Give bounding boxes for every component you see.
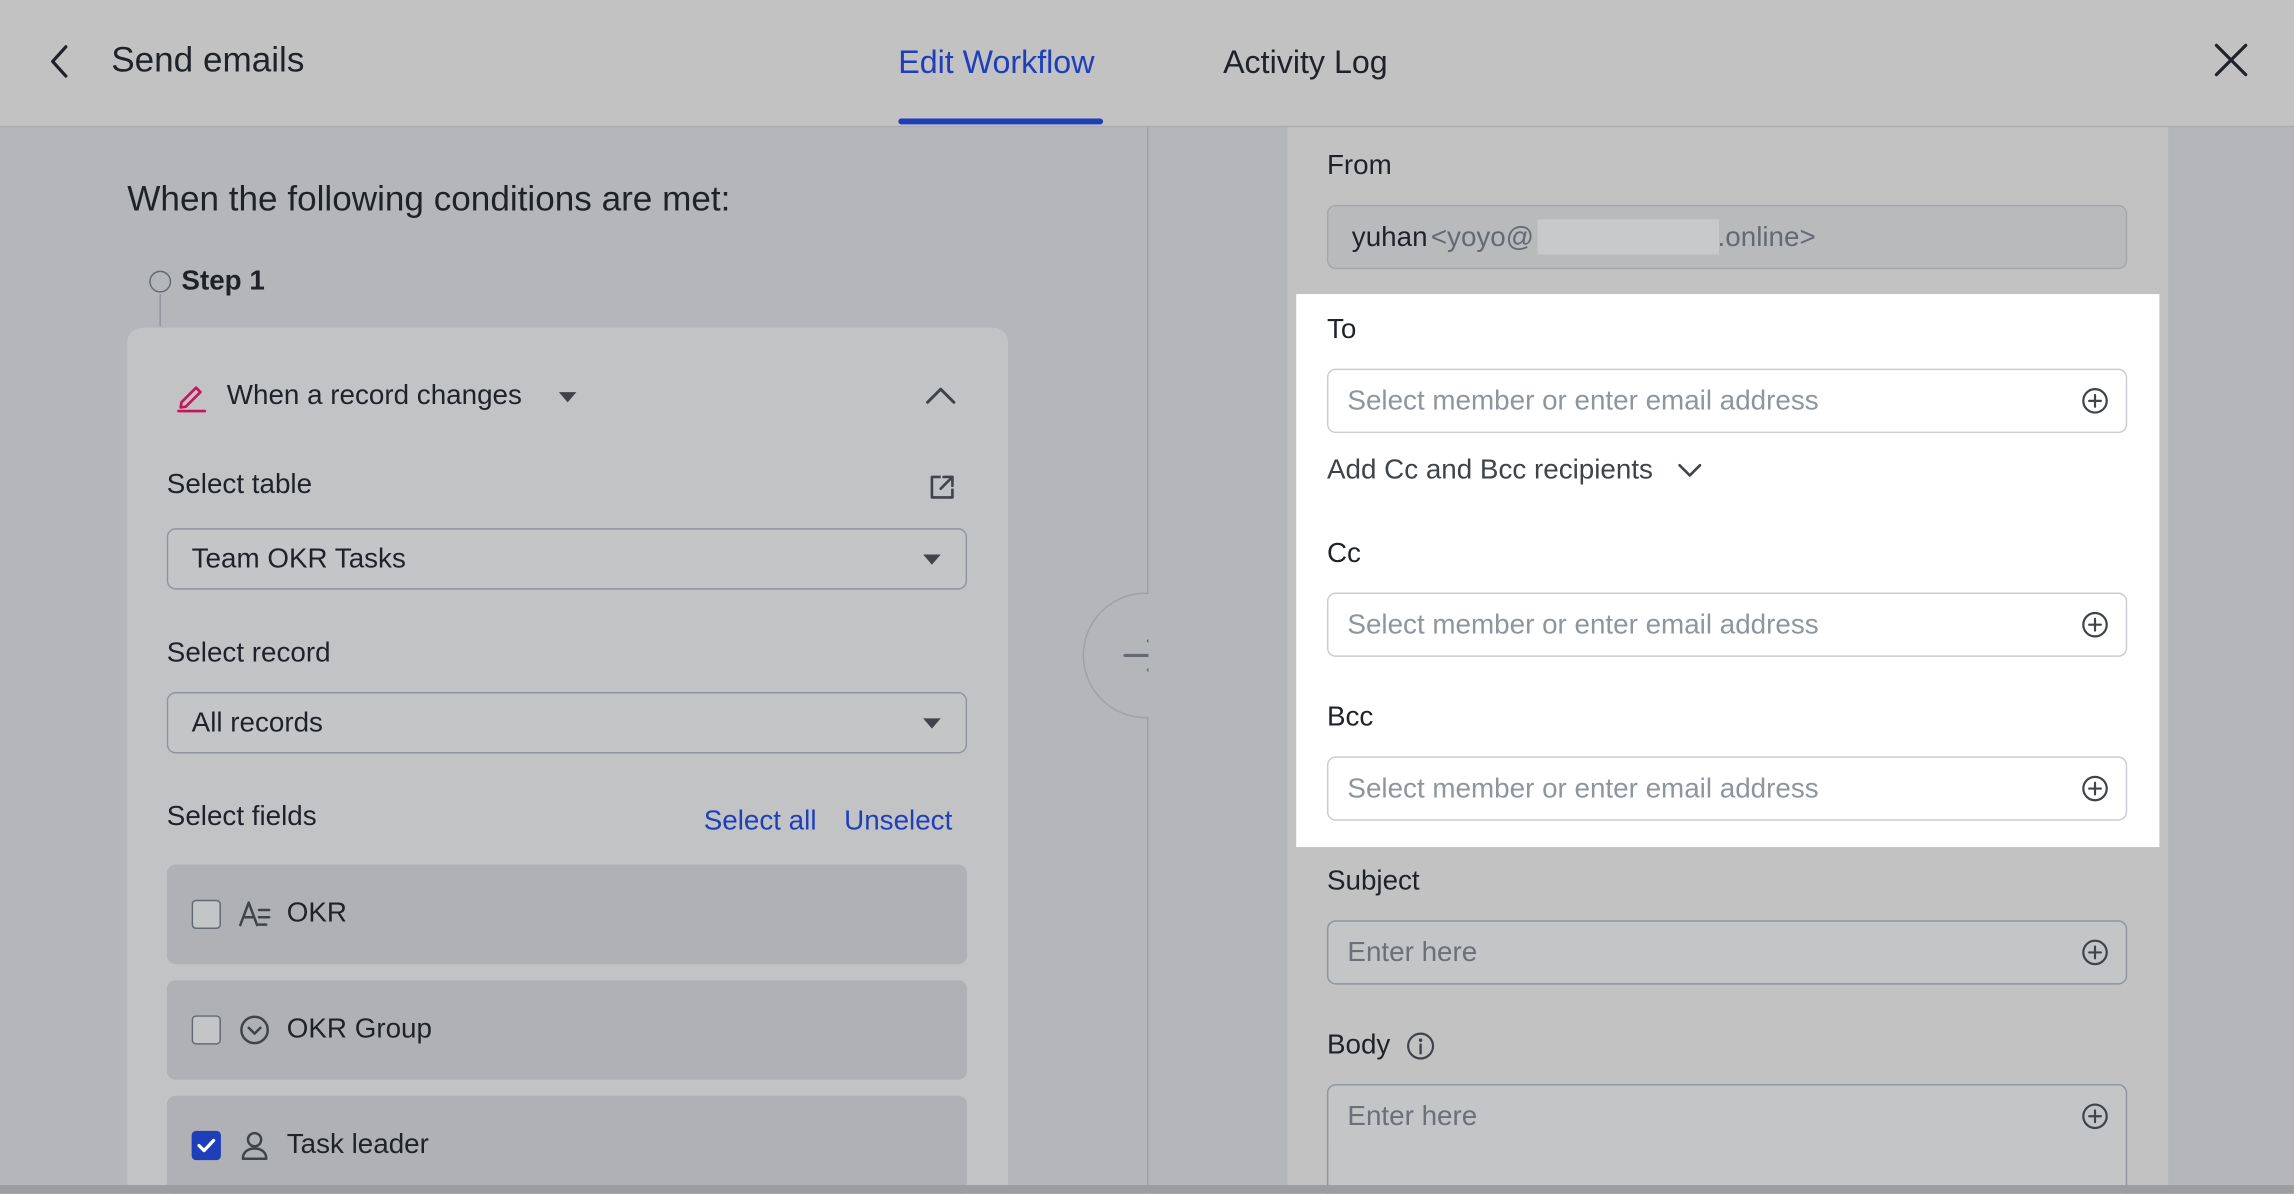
trigger-type-label[interactable]: When a record changes	[227, 380, 522, 412]
tab-edit-workflow[interactable]: Edit Workflow	[898, 44, 1094, 82]
redacted-area	[1537, 219, 1720, 255]
sender-email-end: .online>	[1717, 222, 1816, 254]
chevron-up-icon[interactable]	[925, 385, 957, 405]
field-checkbox[interactable]	[191, 899, 221, 930]
field-name: Task leader	[286, 1129, 429, 1161]
person-icon	[241, 1131, 268, 1160]
page-title: Send emails	[111, 40, 305, 81]
select-table-label: Select table	[166, 469, 313, 501]
record-select[interactable]: All records	[166, 691, 968, 754]
body-placeholder: Enter here	[1347, 1101, 1478, 1133]
bcc-input[interactable]: Select member or enter email address	[1326, 756, 2128, 821]
table-select[interactable]: Team OKR Tasks	[166, 528, 968, 590]
chevron-down-icon	[923, 718, 941, 729]
add-cc-bcc-link[interactable]: Add Cc and Bcc recipients	[1327, 455, 1653, 487]
select-record-label: Select record	[166, 637, 331, 669]
select-all-link[interactable]: Select all	[704, 806, 817, 838]
bcc-placeholder: Select member or enter email address	[1347, 773, 1819, 805]
unselect-link[interactable]: Unselect	[844, 806, 952, 838]
field-name: OKR	[286, 898, 348, 930]
step-connector	[159, 294, 161, 327]
add-circle-icon[interactable]	[2082, 1103, 2108, 1130]
select-fields-label: Select fields	[166, 801, 317, 833]
field-row-okr-group[interactable]: OKR Group	[166, 980, 968, 1080]
trigger-card: When a record changes Select table Team …	[127, 327, 1009, 1194]
sender-name: yuhan	[1351, 222, 1428, 254]
field-checkbox[interactable]	[191, 1015, 221, 1045]
field-checkbox-checked[interactable]	[191, 1130, 221, 1161]
step-marker	[149, 270, 172, 293]
top-bar: Send emails Edit Workflow Activity Log	[0, 0, 2294, 128]
conditions-heading: When the following conditions are met:	[127, 179, 731, 220]
cc-label: Cc	[1326, 538, 1361, 570]
text-field-icon	[238, 901, 271, 927]
active-tab-indicator	[898, 118, 1104, 125]
add-circle-icon[interactable]	[2082, 611, 2108, 638]
tab-activity-log[interactable]: Activity Log	[1223, 44, 1388, 82]
to-input[interactable]: Select member or enter email address	[1326, 368, 2128, 434]
single-select-icon	[240, 1015, 269, 1045]
subject-label: Subject	[1326, 866, 1420, 897]
record-select-value: All records	[191, 708, 323, 739]
body-label: Body	[1326, 1029, 1391, 1061]
chevron-down-icon[interactable]	[1677, 461, 1703, 479]
info-icon[interactable]	[1406, 1031, 1435, 1060]
body-input[interactable]: Enter here	[1326, 1084, 2128, 1194]
close-icon[interactable]	[2212, 41, 2250, 79]
add-circle-icon[interactable]	[2082, 775, 2108, 802]
trigger-dropdown-caret-icon[interactable]	[558, 392, 577, 403]
chevron-down-icon	[923, 554, 941, 565]
step-label: Step 1	[181, 266, 265, 297]
cc-placeholder: Select member or enter email address	[1347, 610, 1819, 641]
bcc-label: Bcc	[1326, 702, 1374, 733]
to-label: To	[1326, 314, 1357, 346]
sender-email-start: <yoyo@	[1430, 222, 1535, 254]
field-row-task-leader[interactable]: Task leader	[166, 1095, 968, 1194]
window-bottom-edge	[0, 1185, 2294, 1194]
subject-input[interactable]: Enter here	[1326, 920, 2128, 985]
pencil-icon	[177, 386, 207, 413]
cc-input[interactable]: Select member or enter email address	[1326, 592, 2128, 657]
add-circle-icon[interactable]	[2082, 388, 2108, 414]
add-circle-icon[interactable]	[2082, 939, 2108, 966]
to-placeholder: Select member or enter email address	[1347, 386, 1819, 417]
open-external-icon[interactable]	[928, 473, 957, 502]
field-row-okr[interactable]: OKR	[166, 864, 968, 965]
subject-placeholder: Enter here	[1347, 937, 1478, 969]
field-name: OKR Group	[286, 1013, 432, 1045]
chevron-left-icon[interactable]	[47, 42, 73, 80]
check-icon	[197, 1138, 216, 1153]
table-select-value: Team OKR Tasks	[191, 544, 406, 575]
from-label: From	[1326, 150, 1392, 182]
from-field: yuhan <yoyo@ .online>	[1326, 204, 2128, 270]
